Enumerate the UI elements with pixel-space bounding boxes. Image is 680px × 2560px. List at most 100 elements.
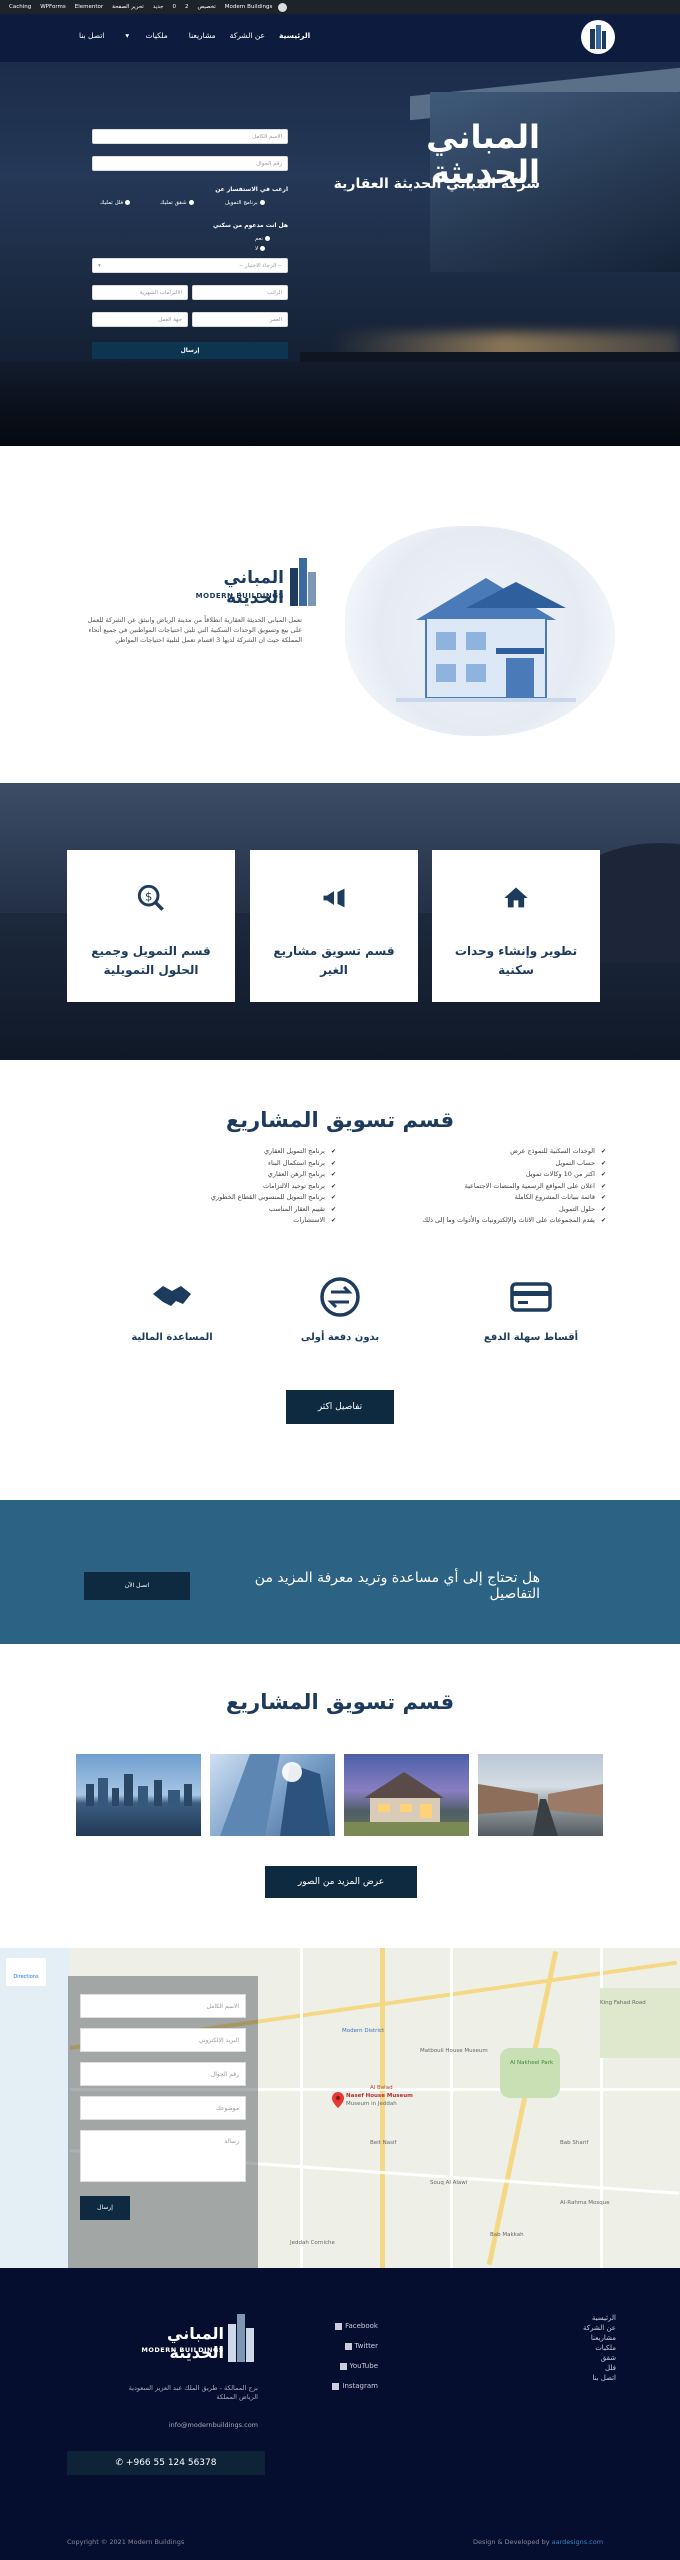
footer-link[interactable]: عن الشركة xyxy=(566,2324,616,2332)
feature-label: أقساط سهلة الدفع xyxy=(483,1332,579,1343)
nav-contact[interactable]: اتصل بنا xyxy=(72,31,111,40)
gallery-image[interactable] xyxy=(344,1754,469,1836)
view-more-images-button[interactable]: عرض المزيد من الصور xyxy=(265,1866,417,1898)
main-nav: الرئيسية عن الشركة مشاريعنا ملكيات ▾ اتص… xyxy=(72,31,317,40)
gallery-title: قسم تسويق المشاريع xyxy=(225,1690,455,1714)
list-item: برنامج الرهن العقاري xyxy=(200,1169,336,1181)
option-yes[interactable]: نعم xyxy=(255,236,270,242)
footer-link[interactable]: الرئيسية xyxy=(566,2314,616,2322)
admin-bar-item[interactable]: 0 xyxy=(173,4,177,10)
phone-input[interactable]: رقم الجوال xyxy=(92,156,288,171)
list-item: الاستشارات xyxy=(200,1215,336,1227)
map-label: Beit Nasif xyxy=(370,2140,397,2146)
contact-email-input[interactable]: البريد الإلكتروني xyxy=(80,2028,246,2052)
about-logo-arabic: المباني الحديثة xyxy=(223,568,284,608)
building-logo-icon xyxy=(590,25,606,49)
map-label: Modern District xyxy=(342,2028,385,2034)
footer-link[interactable]: مشاريعنا xyxy=(566,2334,616,2342)
footer-email[interactable]: info@modernbuildings.com xyxy=(128,2421,258,2429)
gallery-image[interactable] xyxy=(210,1754,335,1836)
service-title: تطوير وإنشاء وحدات سكنية xyxy=(454,944,578,977)
salary-input[interactable]: الراتب xyxy=(192,285,288,300)
feature-item: أقساط سهلة الدفع xyxy=(471,1276,591,1343)
credit-card-icon xyxy=(510,1282,552,1312)
about-paragraph: تعمل المباني الحديثة العقارية انطلاقاً م… xyxy=(87,616,302,644)
contact-submit-button[interactable]: إرسال xyxy=(80,2196,130,2220)
age-input[interactable]: العمر xyxy=(192,312,288,327)
wordpress-icon[interactable] xyxy=(278,2,288,12)
hero-subtitle: شركة المباني الحديثة العقارية xyxy=(333,176,540,192)
exchange-icon xyxy=(320,1277,360,1317)
map-pin-label: Nasef House Museum xyxy=(346,2093,413,2099)
option-apartments[interactable]: شقق تمليك xyxy=(160,200,194,206)
name-input[interactable]: الاسم الكامل xyxy=(92,129,288,144)
admin-bar-item[interactable]: تحرير الصفحة xyxy=(112,4,144,10)
nav-home[interactable]: الرئيسية xyxy=(272,31,317,40)
list-item: حلول التمويل xyxy=(390,1204,606,1216)
contact-name-input[interactable]: الاسم الكامل xyxy=(80,1994,246,2018)
more-details-button[interactable]: تفاصيل اكثر xyxy=(286,1390,394,1424)
inquiry-label: ارغب في الاستفسار عن xyxy=(215,186,288,193)
list-item: حساب التمويل xyxy=(390,1158,606,1170)
contact-subject-input[interactable]: موضوعك xyxy=(80,2096,246,2120)
map-label: Al Balad xyxy=(370,2085,393,2091)
admin-bar-item[interactable]: تخصيص xyxy=(198,4,216,10)
map-directions[interactable]: Directions xyxy=(6,1958,46,1986)
designer-link[interactable]: aardesigns.com xyxy=(552,2538,603,2546)
feature-item: بدون دفعة أولى xyxy=(280,1276,400,1343)
admin-bar-item[interactable]: Caching xyxy=(9,4,31,10)
map-pin-icon[interactable] xyxy=(332,2092,344,2108)
admin-bar-item[interactable]: Elementor xyxy=(75,4,103,10)
feature-label: المساعدة المالية xyxy=(131,1332,213,1343)
handshake-icon xyxy=(153,1286,191,1306)
footer-link[interactable]: ملكيات xyxy=(566,2344,616,2352)
gallery-image[interactable] xyxy=(76,1754,201,1836)
gallery-image[interactable] xyxy=(478,1754,603,1836)
map-pin-sublabel: Museum in Jeddah xyxy=(346,2101,397,2107)
youtube-link[interactable]: YouTube xyxy=(332,2362,378,2370)
list-item: قائمة ببيانات المشروع الكاملة xyxy=(390,1192,606,1204)
footer-link[interactable]: فلل xyxy=(566,2364,616,2372)
service-card[interactable]: $ قسم التمويل وجميع الحلول التمويلية xyxy=(67,850,235,1002)
contact-phone-input[interactable]: رقم الجوال xyxy=(80,2062,246,2086)
site-logo[interactable] xyxy=(581,20,615,54)
map-label: Matbouli House Museum xyxy=(420,2048,488,2054)
option-financing[interactable]: برنامج التمويل xyxy=(225,200,265,206)
admin-bar-item[interactable]: جديد xyxy=(153,4,164,10)
admin-bar-item[interactable]: Modern Buildings xyxy=(225,4,273,10)
nav-about[interactable]: عن الشركة xyxy=(223,31,272,40)
obligations-input[interactable]: الالتزامات الشهرية xyxy=(92,285,188,300)
employer-input[interactable]: جهة العمل xyxy=(92,312,188,327)
list-item: الوحدات السكنية للنموذج عرض xyxy=(390,1146,606,1158)
map-label: Al Nakheel Park xyxy=(510,2060,554,2066)
footer-link[interactable]: اتصل بنا xyxy=(566,2374,616,2382)
chevron-down-icon: ▾ xyxy=(125,31,130,40)
twitter-link[interactable]: Twitter xyxy=(332,2342,378,2350)
nav-properties[interactable]: ملكيات ▾ xyxy=(111,31,181,40)
admin-bar-item[interactable]: WPForms xyxy=(40,4,65,10)
footer-phone-button[interactable]: ✆ +966 55 124 56378 xyxy=(67,2451,265,2475)
contact-now-button[interactable]: اتصل الآن xyxy=(84,1572,190,1600)
nav-projects[interactable]: مشاريعنا xyxy=(182,31,223,40)
option-villas[interactable]: فلل تمليك xyxy=(100,200,130,206)
service-card[interactable]: تطوير وإنشاء وحدات سكنية xyxy=(432,850,600,1002)
list-item: برنامج توحيد الالتزامات xyxy=(200,1181,336,1193)
sakani-label: هل انت مدعوم من سكني xyxy=(213,222,288,229)
list-item: برنامج التمويل للمنسوبي القطاع الخطوري xyxy=(200,1192,336,1204)
instagram-link[interactable]: Instagram xyxy=(332,2382,378,2390)
admin-bar-item[interactable]: 2 xyxy=(185,4,189,10)
service-title: قسم تسويق مشاريع الغير xyxy=(273,944,395,977)
contact-message-textarea[interactable]: رسالة xyxy=(80,2130,246,2182)
phone-icon: ✆ xyxy=(115,2458,124,2468)
list-item: برنامج التمويل العقاري xyxy=(200,1146,336,1158)
hero-submit-button[interactable]: إرسال xyxy=(92,342,288,359)
facebook-link[interactable]: Facebook xyxy=(332,2322,378,2330)
list-item: برنامج استكمال البناء xyxy=(200,1158,336,1170)
list-item: اكثر من 10 وكالات تمويل xyxy=(390,1169,606,1181)
option-no[interactable]: لا xyxy=(255,246,265,252)
footer-link[interactable]: شقق xyxy=(566,2354,616,2362)
select-dropdown[interactable]: -- الرجاء الاختيار -- ▾ xyxy=(92,258,288,273)
map-label: Souq Al Alawi xyxy=(430,2180,468,2186)
service-card[interactable]: قسم تسويق مشاريع الغير xyxy=(250,850,418,1002)
map-label: King Fahad Road xyxy=(600,2000,646,2006)
